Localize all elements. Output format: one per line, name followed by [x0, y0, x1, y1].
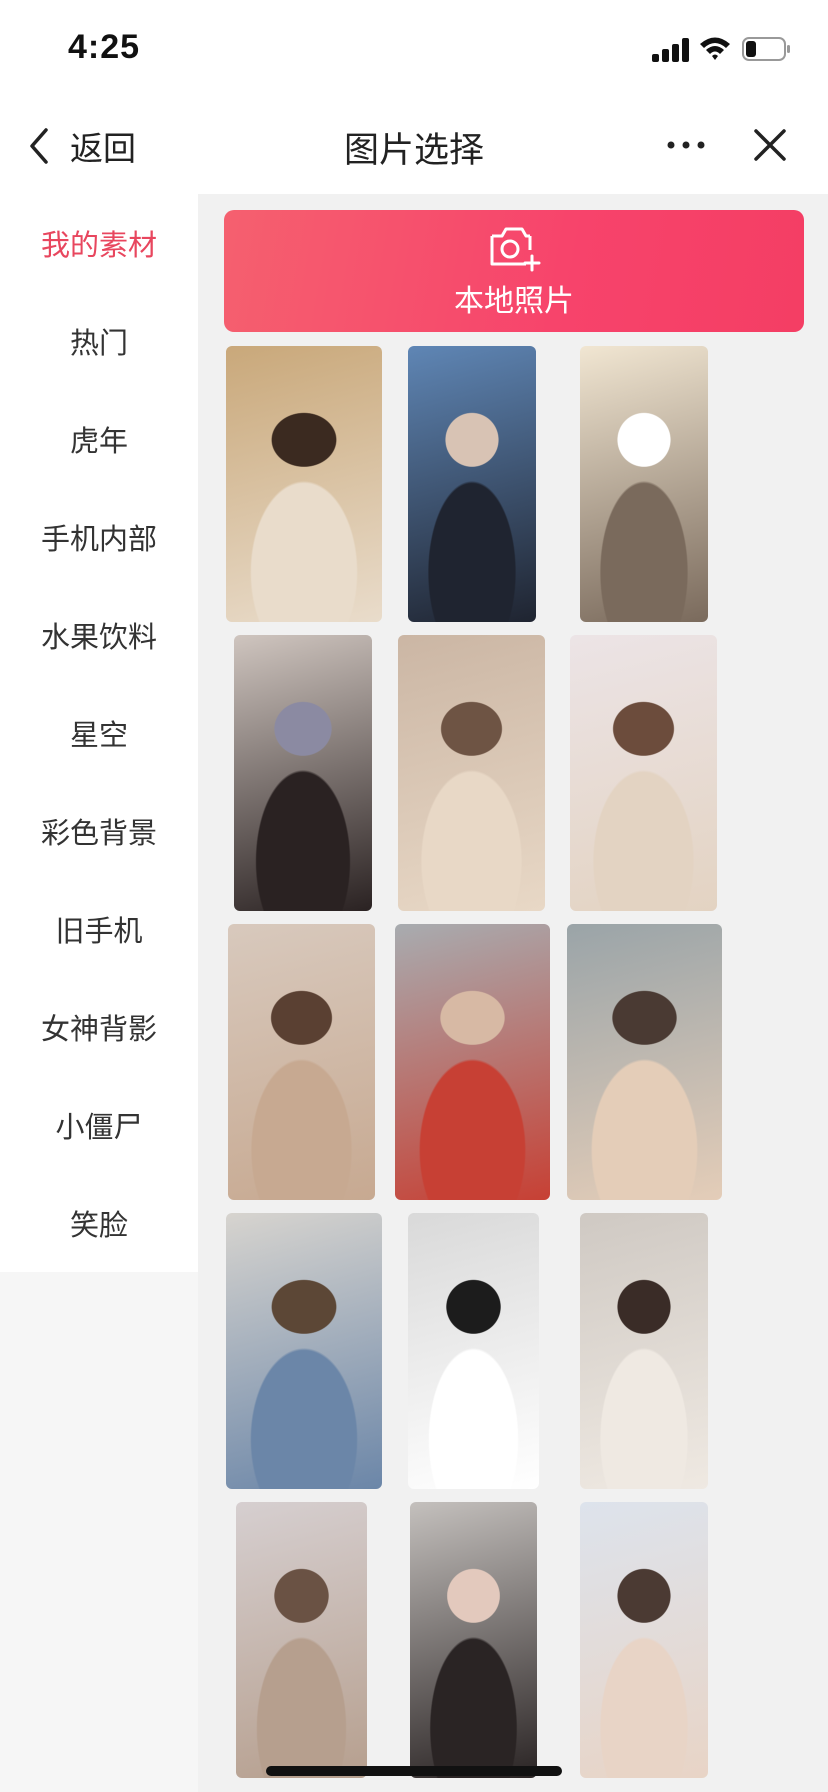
photo-thumbnail[interactable]: [410, 1502, 537, 1778]
photo-thumbnail[interactable]: [395, 924, 550, 1200]
status-bar: 4:25: [0, 0, 828, 100]
sidebar-item-1[interactable]: 我的素材: [0, 194, 198, 292]
photo-thumbnail[interactable]: [226, 346, 382, 622]
sidebar-item-3[interactable]: 虎年: [0, 390, 198, 488]
photo-thumbnail[interactable]: [234, 635, 372, 911]
photo-thumbnail[interactable]: [408, 1213, 539, 1489]
photo-thumbnail[interactable]: [580, 346, 708, 622]
photo-thumbnail[interactable]: [567, 924, 722, 1200]
sidebar-item-5[interactable]: 水果饮料: [0, 586, 198, 684]
photo-thumbnail[interactable]: [580, 1213, 708, 1489]
sidebar-item-7[interactable]: 彩色背景: [0, 782, 198, 880]
photo-thumbnail[interactable]: [408, 346, 536, 622]
home-indicator: [266, 1766, 562, 1776]
sidebar-item-4[interactable]: 手机内部: [0, 488, 198, 586]
photo-thumbnail[interactable]: [228, 924, 375, 1200]
photo-thumbnail[interactable]: [570, 635, 717, 911]
photo-thumbnail[interactable]: [226, 1213, 382, 1489]
battery-icon: [742, 37, 790, 61]
sidebar-item-6[interactable]: 星空: [0, 684, 198, 782]
sidebar-item-2[interactable]: 热门: [0, 292, 198, 390]
camera-plus-icon: [490, 227, 541, 272]
photo-thumbnail[interactable]: [236, 1502, 367, 1778]
sidebar-item-8[interactable]: 旧手机: [0, 880, 198, 978]
photo-thumbnail[interactable]: [580, 1502, 708, 1778]
cellular-signal-icon: [652, 38, 690, 62]
category-list: 我的素材 热门 虎年 手机内部 水果饮料 星空 彩色背景 旧手机 女神背影 小僵尸 笑脸: [0, 194, 198, 1272]
sidebar-item-9[interactable]: 女神背影: [0, 978, 198, 1076]
category-sidebar: 我的素材 热门 虎年 手机内部 水果饮料 星空 彩色背景 旧手机 女神背影 小僵尸 笑脸: [0, 194, 198, 1792]
local-photo-label: 本地照片: [454, 284, 574, 319]
sidebar-item-10[interactable]: 小僵尸: [0, 1076, 198, 1174]
local-photo-button[interactable]: 本地照片: [224, 210, 804, 332]
wifi-icon: [700, 37, 730, 60]
photo-thumbnail[interactable]: [398, 635, 545, 911]
status-time: 4:25: [68, 28, 141, 66]
close-icon[interactable]: [752, 122, 788, 168]
more-icon[interactable]: [666, 130, 706, 160]
nav-bar: 返回 图片选择: [0, 100, 828, 194]
image-grid-panel: 本地照片: [198, 194, 828, 1792]
sidebar-item-11[interactable]: 笑脸: [0, 1174, 198, 1272]
